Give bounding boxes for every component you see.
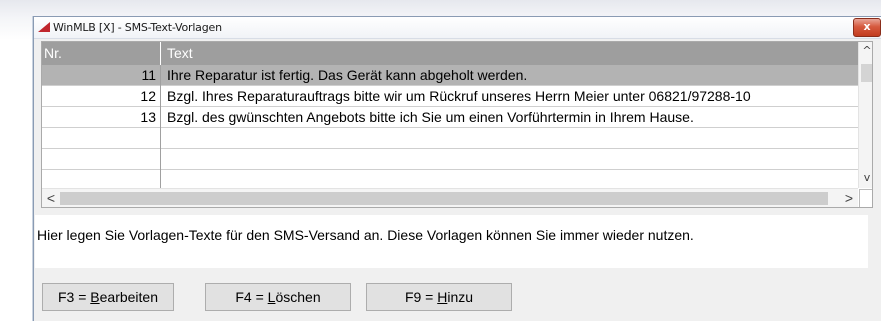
empty-row[interactable]	[42, 149, 858, 169]
scroll-down-icon[interactable]: v	[859, 170, 872, 186]
sms-templates-window: WinMLB [X] - SMS-Text-Vorlagen x Nr. Tex…	[33, 16, 881, 321]
add-button[interactable]: F9 = Hinzu	[366, 283, 512, 311]
grid-header: Nr. Text	[42, 42, 858, 65]
window-title: WinMLB [X] - SMS-Text-Vorlagen	[53, 21, 222, 34]
add-button-hotkey: H	[437, 289, 448, 305]
row-text: Ihre Reparatur ist fertig. Das Gerät kan…	[167, 67, 528, 83]
scroll-up-icon[interactable]: ^	[859, 43, 872, 59]
column-header-nr[interactable]: Nr.	[44, 45, 62, 61]
row-nr: 11	[141, 67, 156, 83]
row-text: Bzgl. Ihres Reparaturauftrags bitte wir …	[167, 88, 751, 104]
row-divider	[42, 169, 858, 170]
edit-button-prefix: F3 =	[57, 289, 91, 305]
column-header-text[interactable]: Text	[167, 45, 193, 61]
row-nr: 13	[140, 109, 156, 125]
edit-button-rest: earbeiten	[99, 289, 159, 305]
delete-button-prefix: F4 =	[235, 289, 268, 305]
table-row[interactable]: 11 Ihre Reparatur ist fertig. Das Gerät …	[42, 65, 858, 85]
title-bar[interactable]: WinMLB [X] - SMS-Text-Vorlagen x	[34, 17, 881, 39]
templates-grid[interactable]: Nr. Text 11 Ihre Reparatur ist fertig. D…	[41, 41, 873, 208]
edit-button-hotkey: B	[90, 289, 100, 305]
add-button-rest: inzu	[447, 289, 474, 305]
scrollbar-corner	[859, 189, 872, 207]
horizontal-scroll-thumb[interactable]	[60, 192, 828, 205]
row-text: Bzgl. des gwünschten Angebots bitte ich …	[167, 109, 694, 125]
scroll-left-icon[interactable]: <	[43, 189, 59, 207]
add-button-prefix: F9 =	[404, 289, 438, 305]
delete-button[interactable]: F4 = Löschen	[205, 283, 351, 311]
table-row[interactable]: 12 Bzgl. Ihres Reparaturauftrags bitte w…	[42, 86, 858, 106]
empty-row[interactable]	[42, 128, 858, 148]
edit-button[interactable]: F3 = Bearbeiten	[42, 283, 174, 311]
info-text: Hier legen Sie Vorlagen-Texte für den SM…	[35, 215, 868, 268]
close-button[interactable]: x	[853, 18, 881, 37]
delete-button-rest: öschen	[275, 289, 321, 305]
column-divider	[160, 65, 161, 188]
vertical-scrollbar[interactable]: ^ v	[858, 42, 872, 188]
app-icon	[38, 22, 50, 32]
column-separator[interactable]	[160, 42, 161, 65]
horizontal-scrollbar[interactable]: < >	[42, 188, 858, 207]
row-nr: 12	[140, 88, 156, 104]
table-row[interactable]: 13 Bzgl. des gwünschten Angebots bitte i…	[42, 107, 858, 127]
vertical-scroll-thumb[interactable]	[861, 64, 872, 82]
scroll-right-icon[interactable]: >	[841, 189, 857, 207]
